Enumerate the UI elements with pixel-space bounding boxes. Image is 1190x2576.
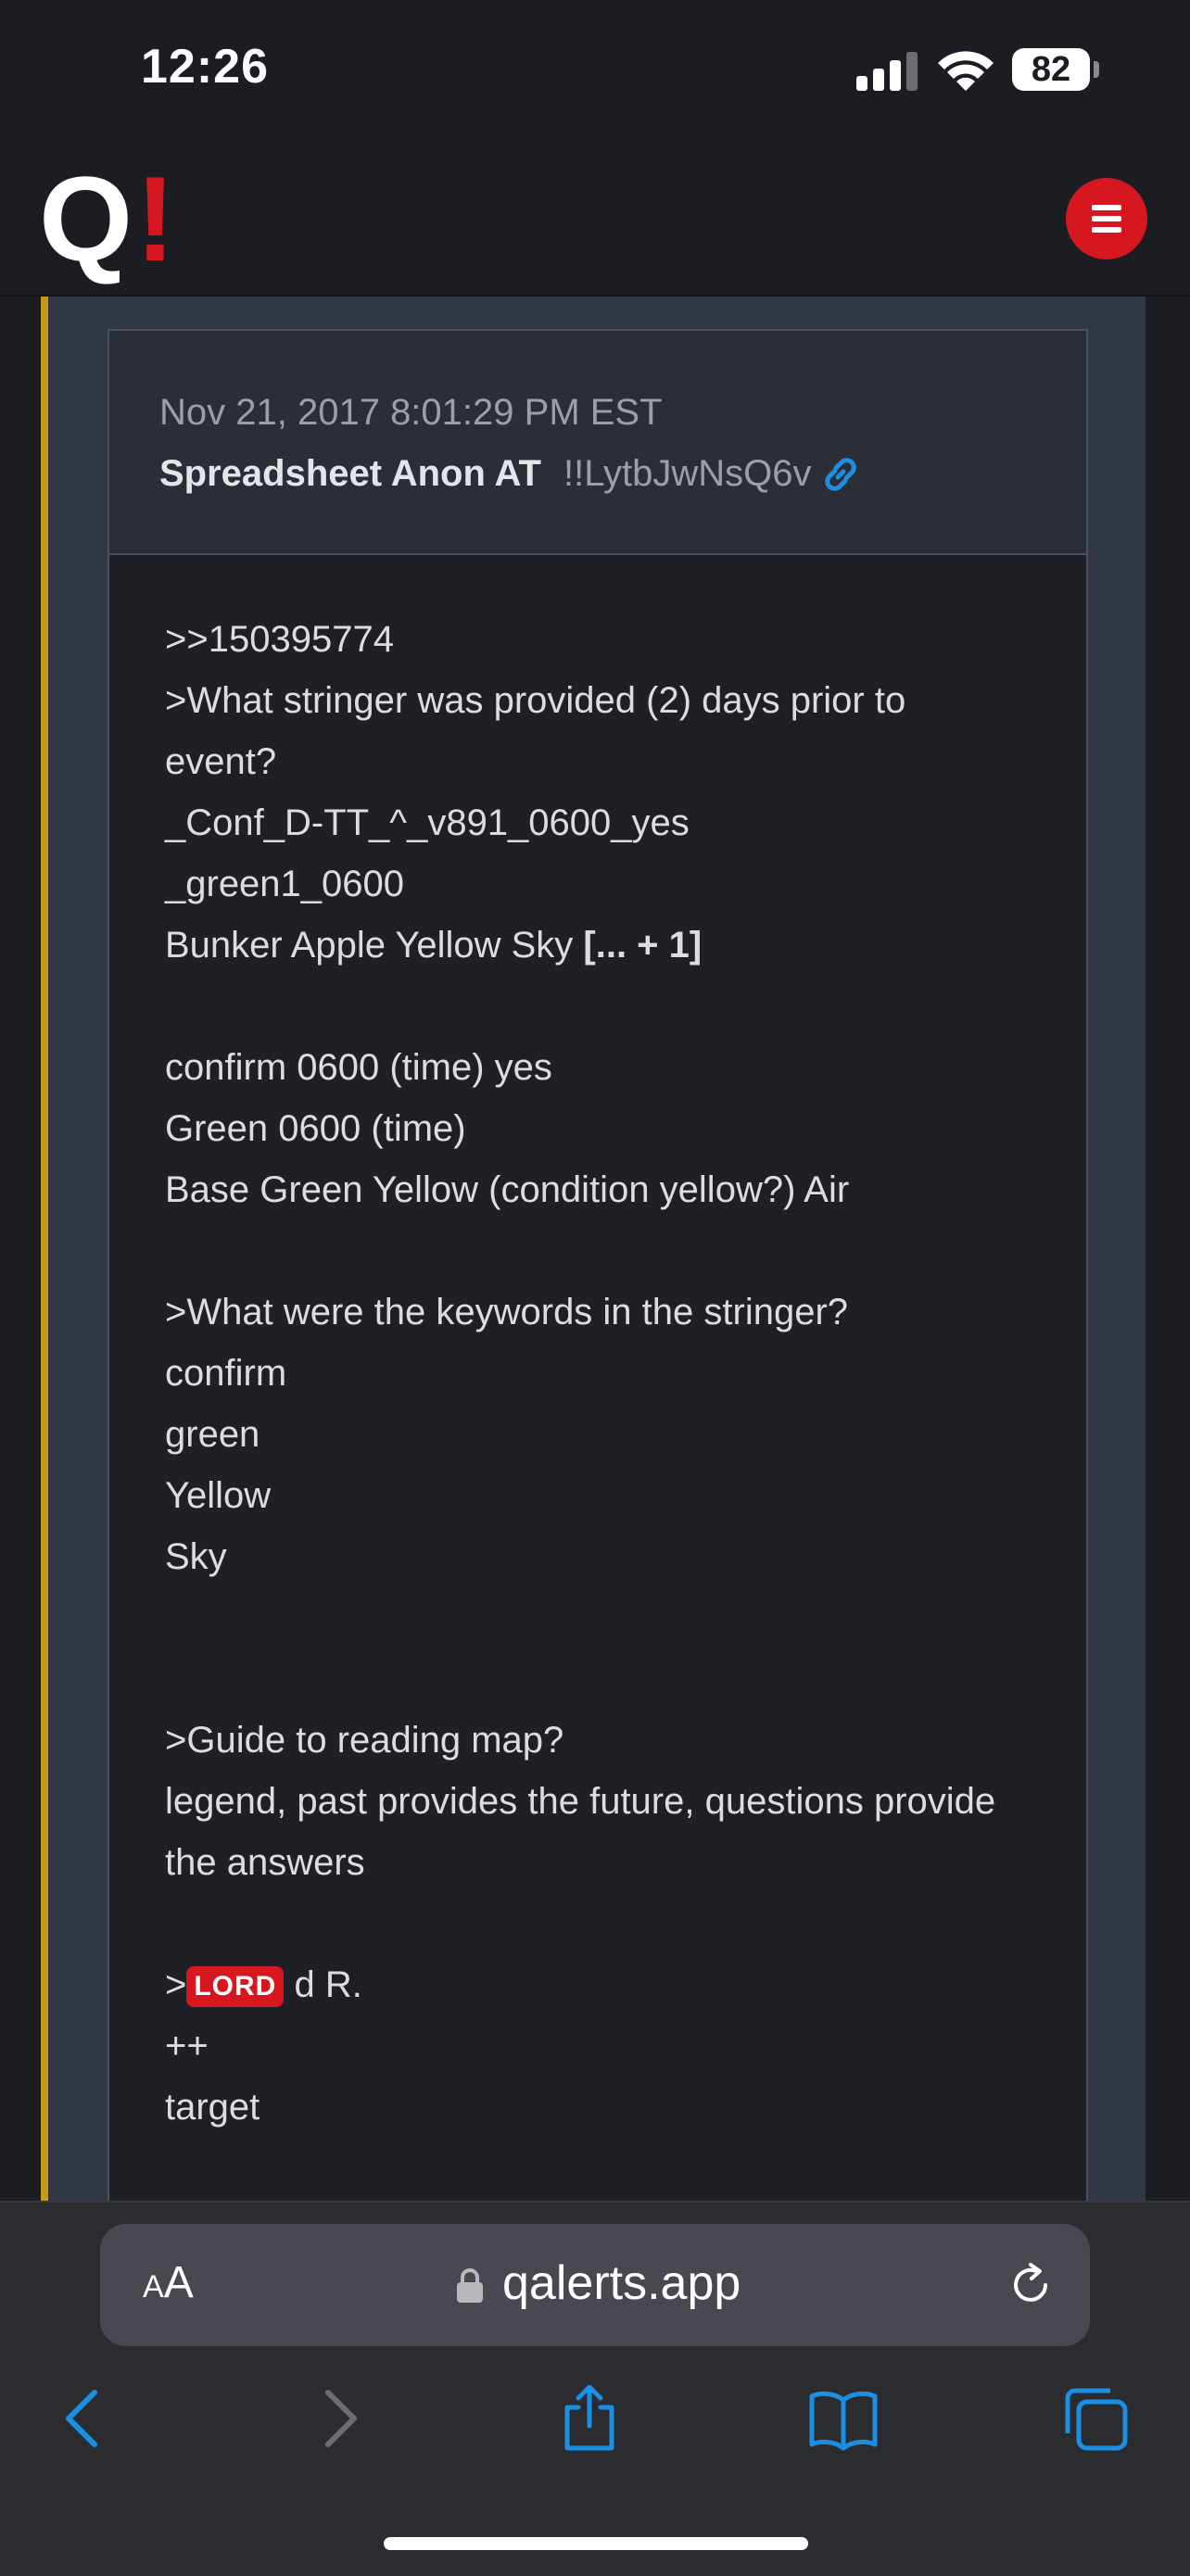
post-line: Green 0600 (time) — [165, 1108, 466, 1149]
back-chevron-icon[interactable] — [46, 2385, 120, 2452]
address-bar[interactable]: AA qalerts.app — [100, 2224, 1090, 2346]
reload-icon[interactable] — [1005, 2259, 1057, 2311]
cellular-signal-icon — [856, 52, 918, 91]
post-line-text: Bunker Apple Yellow Sky — [165, 925, 584, 966]
post-line: ++ — [165, 2026, 209, 2066]
expand-more-link[interactable]: [... + 1] — [583, 925, 702, 966]
post-line: Sky — [165, 1536, 227, 1577]
app-header: Q ! — [0, 139, 1190, 297]
quote-link[interactable]: >>150395774 — [165, 609, 1055, 670]
forward-chevron-icon[interactable] — [302, 2385, 376, 2452]
post-line: Yellow — [165, 1475, 272, 1516]
post-line: _Conf_D-TT_^_v891_0600_yes — [165, 802, 690, 843]
post-header: Nov 21, 2017 8:01:29 PM EST Spreadsheet … — [109, 331, 1086, 555]
logo-exclamation[interactable]: ! — [135, 158, 175, 279]
post-line: event? — [165, 741, 277, 782]
post-line-text: d R. — [284, 1964, 362, 2005]
post-date: Nov 21, 2017 8:01:29 PM EST — [159, 392, 663, 433]
post-line: > LORD d R. — [165, 1954, 1055, 2015]
status-bar: 12:26 82 — [0, 0, 1190, 139]
status-time: 12:26 — [141, 40, 269, 94]
post-line-text: > — [165, 1964, 187, 2005]
lord-badge: LORD — [186, 1966, 285, 2007]
post-line: >Guide to reading map? — [165, 1720, 564, 1761]
post-line: Base Green Yellow (condition yellow?) Ai… — [165, 1169, 850, 1210]
post-line: Bunker Apple Yellow Sky [... + 1] — [165, 915, 1055, 976]
share-icon[interactable] — [552, 2385, 627, 2452]
post-line: confirm 0600 (time) yes — [165, 1047, 552, 1088]
logo-q[interactable]: Q — [39, 158, 133, 279]
lock-icon — [457, 2268, 483, 2303]
battery-tip — [1094, 61, 1099, 78]
battery-indicator: 82 — [1012, 48, 1090, 91]
book-icon[interactable] — [806, 2385, 880, 2452]
post-author: Spreadsheet Anon AT — [159, 453, 541, 494]
url-text[interactable]: qalerts.app — [502, 2255, 741, 2311]
hamburger-menu-icon[interactable] — [1066, 178, 1147, 259]
wifi-icon — [938, 51, 994, 91]
post-line: target — [165, 2087, 260, 2128]
post-line: green — [165, 1414, 260, 1455]
post-tripcode: !!LytbJwNsQ6v — [563, 453, 812, 494]
post-line: legend, past provides the future, questi… — [165, 1781, 996, 1822]
battery-level: 82 — [1031, 49, 1071, 89]
post-card: Nov 21, 2017 8:01:29 PM EST Spreadsheet … — [108, 329, 1088, 2201]
post-line: >What stringer was provided (2) days pri… — [165, 680, 906, 721]
post-line: >What were the keywords in the stringer? — [165, 1292, 849, 1332]
post-line: _green1_0600 — [165, 864, 405, 904]
post-line: the answers — [165, 1842, 365, 1883]
reader-aa-button[interactable]: AA — [143, 2257, 194, 2308]
tabs-icon[interactable] — [1058, 2385, 1133, 2452]
post-line: confirm — [165, 1353, 287, 1394]
post-body: >>150395774 >What stringer was provided … — [165, 609, 1055, 2138]
home-indicator[interactable] — [384, 2537, 808, 2550]
link-icon[interactable] — [819, 453, 862, 496]
